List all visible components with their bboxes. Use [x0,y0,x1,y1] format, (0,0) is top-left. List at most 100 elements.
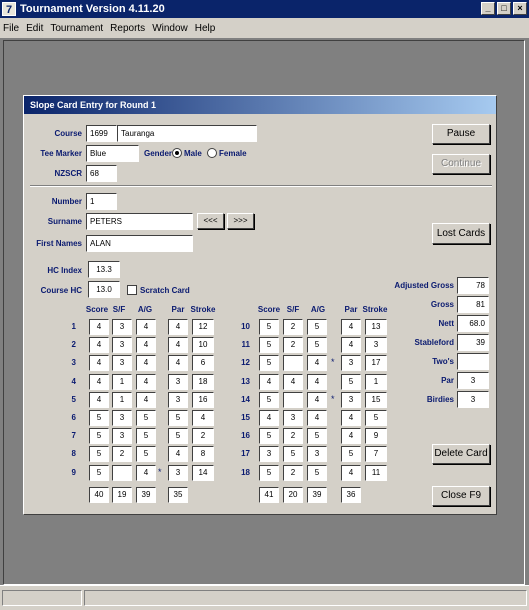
back-par-cell[interactable]: 4 [341,337,361,353]
back-score-cell[interactable]: 5 [259,355,279,371]
back-stroke-cell[interactable]: 5 [365,410,387,426]
front-par-cell[interactable]: 3 [168,392,188,408]
menu-tournament[interactable]: Tournament [50,23,103,34]
close-icon[interactable]: × [513,2,527,15]
front-sf-cell[interactable]: 3 [112,355,132,371]
female-radio[interactable] [207,148,217,158]
front-ag-cell[interactable]: 4 [136,374,156,390]
minimize-icon[interactable]: _ [481,2,495,15]
front-ag-cell[interactable]: 5 [136,410,156,426]
front-ag-cell[interactable]: 4 [136,392,156,408]
front-score-cell[interactable]: 5 [89,410,109,426]
surname-field[interactable]: PETERS [86,213,193,230]
lost-cards-button[interactable]: Lost Cards [432,223,490,244]
back-ag-cell[interactable]: 4 [307,410,327,426]
front-ag-cell[interactable]: 4 [136,337,156,353]
male-radio[interactable] [172,148,182,158]
front-sf-cell[interactable] [112,465,132,481]
hc-index-field[interactable]: 13.3 [88,261,120,278]
first-names-field[interactable]: ALAN [86,235,193,252]
nzscr-field[interactable]: 68 [86,165,117,182]
front-score-cell[interactable]: 4 [89,319,109,335]
front-ag-cell[interactable]: 4 [136,355,156,371]
front-score-cell[interactable]: 4 [89,392,109,408]
delete-card-button[interactable]: Delete Card [432,444,490,464]
back-score-cell[interactable]: 4 [259,374,279,390]
back-stroke-cell[interactable]: 11 [365,465,387,481]
front-sf-cell[interactable]: 1 [112,374,132,390]
front-sf-cell[interactable]: 3 [112,337,132,353]
next-player-button[interactable]: >>> [227,213,254,229]
back-par-cell[interactable]: 4 [341,410,361,426]
back-sf-cell[interactable]: 3 [283,410,303,426]
adjusted-gross-field[interactable]: 78 [457,277,489,294]
front-stroke-cell[interactable]: 18 [192,374,214,390]
scratch-card-checkbox[interactable] [127,285,137,295]
back-score-cell[interactable]: 4 [259,410,279,426]
front-par-cell[interactable]: 4 [168,319,188,335]
continue-button[interactable]: Continue [432,154,490,174]
front-par-cell[interactable]: 3 [168,374,188,390]
back-sf-cell[interactable]: 4 [283,374,303,390]
front-score-cell[interactable]: 5 [89,465,109,481]
close-button[interactable]: Close F9 [432,486,490,506]
back-score-cell[interactable]: 5 [259,465,279,481]
front-stroke-cell[interactable]: 16 [192,392,214,408]
back-ag-cell[interactable]: 4 [307,392,327,408]
front-score-cell[interactable]: 5 [89,446,109,462]
back-stroke-cell[interactable]: 9 [365,428,387,444]
back-score-cell[interactable]: 5 [259,428,279,444]
front-par-cell[interactable]: 4 [168,446,188,462]
back-sf-cell[interactable] [283,392,303,408]
front-sf-cell[interactable]: 2 [112,446,132,462]
front-par-cell[interactable]: 5 [168,410,188,426]
front-par-cell[interactable]: 3 [168,465,188,481]
two-s-field[interactable] [457,353,489,370]
back-par-cell[interactable]: 4 [341,428,361,444]
back-score-cell[interactable]: 5 [259,319,279,335]
front-score-cell[interactable]: 4 [89,355,109,371]
back-ag-cell[interactable]: 4 [307,355,327,371]
front-stroke-cell[interactable]: 8 [192,446,214,462]
front-score-cell[interactable]: 5 [89,428,109,444]
front-ag-cell[interactable]: 5 [136,446,156,462]
back-sf-cell[interactable]: 5 [283,446,303,462]
back-score-cell[interactable]: 5 [259,337,279,353]
back-ag-cell[interactable]: 5 [307,337,327,353]
back-par-cell[interactable]: 3 [341,355,361,371]
menu-help[interactable]: Help [195,23,216,34]
back-score-cell[interactable]: 5 [259,392,279,408]
front-ag-cell[interactable]: 4 [136,319,156,335]
back-ag-cell[interactable]: 4 [307,374,327,390]
front-stroke-cell[interactable]: 6 [192,355,214,371]
menu-file[interactable]: File [3,23,19,34]
front-stroke-cell[interactable]: 14 [192,465,214,481]
back-stroke-cell[interactable]: 7 [365,446,387,462]
front-sf-cell[interactable]: 1 [112,392,132,408]
back-par-cell[interactable]: 5 [341,446,361,462]
front-sf-cell[interactable]: 3 [112,428,132,444]
nett-field[interactable]: 68.0 [457,315,489,332]
front-stroke-cell[interactable]: 2 [192,428,214,444]
gross-field[interactable]: 81 [457,296,489,313]
tee-marker-field[interactable]: Blue [86,145,139,162]
back-sf-cell[interactable]: 2 [283,319,303,335]
front-sf-cell[interactable]: 3 [112,410,132,426]
menu-window[interactable]: Window [152,23,188,34]
back-score-cell[interactable]: 3 [259,446,279,462]
front-score-cell[interactable]: 4 [89,374,109,390]
back-par-cell[interactable]: 4 [341,465,361,481]
par-field[interactable]: 3 [457,372,489,389]
back-ag-cell[interactable]: 5 [307,465,327,481]
back-par-cell[interactable]: 4 [341,319,361,335]
course-name-field[interactable]: Tauranga [117,125,257,142]
back-ag-cell[interactable]: 5 [307,428,327,444]
back-par-cell[interactable]: 3 [341,392,361,408]
birdies-field[interactable]: 3 [457,391,489,408]
menu-edit[interactable]: Edit [26,23,43,34]
front-par-cell[interactable]: 4 [168,337,188,353]
back-sf-cell[interactable] [283,355,303,371]
previous-player-button[interactable]: <<< [197,213,224,229]
front-stroke-cell[interactable]: 10 [192,337,214,353]
front-par-cell[interactable]: 4 [168,355,188,371]
